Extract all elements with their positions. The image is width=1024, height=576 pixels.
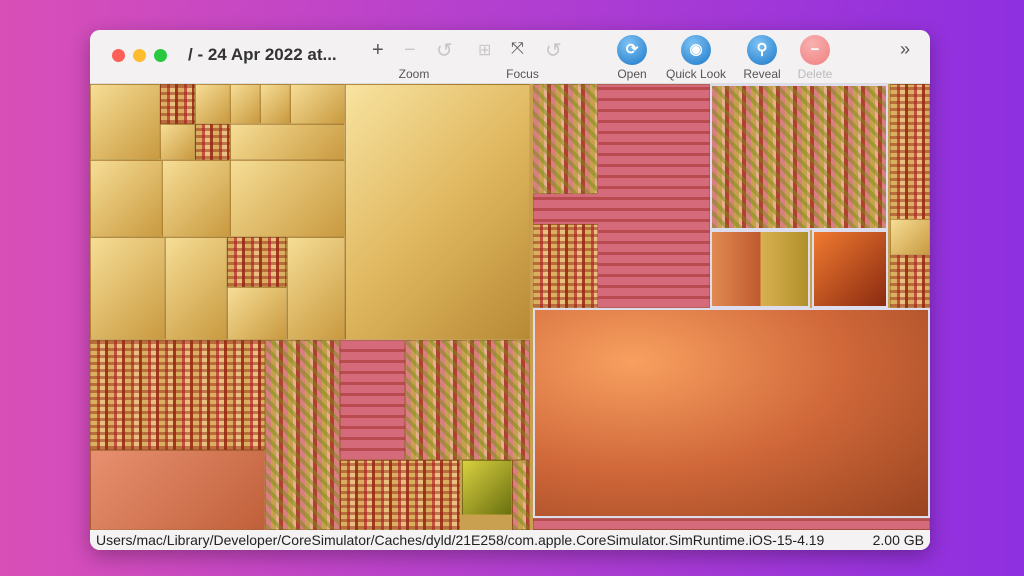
treemap-block[interactable] xyxy=(165,237,227,340)
treemap-block-selected[interactable] xyxy=(533,308,930,518)
treemap-block[interactable] xyxy=(90,160,162,237)
treemap-block[interactable] xyxy=(533,224,598,308)
app-window: / - 24 Apr 2022 at... + − ↺ Zoom ⊞ ⤧ ↺ F… xyxy=(90,30,930,550)
open-icon[interactable]: ⟳ xyxy=(617,35,647,65)
toolbar-overflow-button[interactable]: » xyxy=(900,39,910,60)
magnifier-icon[interactable]: ⚲ xyxy=(747,35,777,65)
zoom-label: Zoom xyxy=(398,67,430,81)
maximize-button[interactable] xyxy=(154,49,167,62)
treemap-block[interactable] xyxy=(710,84,888,230)
treemap-block[interactable] xyxy=(512,460,530,530)
toolbar: / - 24 Apr 2022 at... + − ↺ Zoom ⊞ ⤧ ↺ F… xyxy=(90,30,930,84)
reveal-button[interactable]: Reveal xyxy=(737,67,787,81)
window-title: / - 24 Apr 2022 at... xyxy=(188,45,337,64)
treemap-block[interactable] xyxy=(227,237,287,287)
treemap-block[interactable] xyxy=(340,460,460,530)
treemap-block[interactable] xyxy=(340,340,405,460)
zoom-in-button[interactable]: + xyxy=(372,39,384,62)
treemap-block[interactable] xyxy=(160,124,195,160)
minimize-button[interactable] xyxy=(133,49,146,62)
treemap-block[interactable] xyxy=(533,518,930,530)
treemap-block[interactable] xyxy=(462,460,512,515)
treemap-block[interactable] xyxy=(195,84,230,124)
focus-reset-icon[interactable]: ↺ xyxy=(545,38,562,63)
treemap-block[interactable] xyxy=(890,219,930,255)
treemap-block[interactable] xyxy=(160,84,195,124)
focus-in-icon[interactable]: ⊞ xyxy=(478,40,491,60)
treemap[interactable] xyxy=(90,84,930,530)
status-bar: Users/mac/Library/Developer/CoreSimulato… xyxy=(90,530,930,550)
zoom-reset-icon[interactable]: ↺ xyxy=(436,38,453,63)
close-button[interactable] xyxy=(112,49,125,62)
selected-size: 2.00 GB xyxy=(872,532,924,548)
treemap-block[interactable] xyxy=(230,124,345,160)
treemap-block[interactable] xyxy=(90,84,160,160)
open-button[interactable]: Open xyxy=(607,67,657,81)
focus-out-icon[interactable]: ⤧ xyxy=(511,40,524,58)
treemap-block[interactable] xyxy=(287,237,345,340)
treemap-block[interactable] xyxy=(290,84,345,124)
selected-path: Users/mac/Library/Developer/CoreSimulato… xyxy=(96,532,825,548)
treemap-block[interactable] xyxy=(812,230,888,308)
treemap-block[interactable] xyxy=(195,124,230,160)
eye-icon[interactable]: ◉ xyxy=(681,35,711,65)
treemap-block[interactable] xyxy=(90,450,265,530)
treemap-block[interactable] xyxy=(90,237,165,340)
treemap-block[interactable] xyxy=(710,230,810,308)
focus-label: Focus xyxy=(506,67,539,81)
delete-button[interactable]: Delete xyxy=(790,67,840,81)
treemap-block[interactable] xyxy=(533,84,598,194)
treemap-block[interactable] xyxy=(260,84,290,124)
treemap-block[interactable] xyxy=(890,84,930,308)
treemap-block[interactable] xyxy=(227,287,287,340)
quick-look-button[interactable]: Quick Look xyxy=(661,67,731,81)
treemap-block[interactable] xyxy=(345,84,530,340)
zoom-out-button[interactable]: − xyxy=(404,39,416,62)
treemap-block[interactable] xyxy=(90,340,265,450)
treemap-block[interactable] xyxy=(265,340,340,530)
minus-icon[interactable]: − xyxy=(800,35,830,65)
treemap-block[interactable] xyxy=(405,340,530,460)
treemap-block[interactable] xyxy=(230,160,345,237)
treemap-block[interactable] xyxy=(230,84,260,124)
treemap-block[interactable] xyxy=(162,160,230,237)
